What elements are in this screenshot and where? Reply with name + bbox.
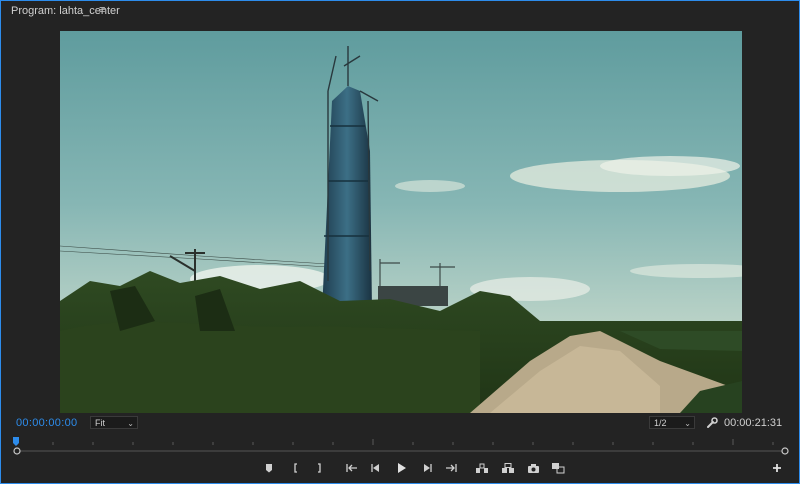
button-editor-button[interactable] [769, 461, 785, 475]
go-to-in-button[interactable] [344, 461, 360, 475]
mark-out-icon [318, 463, 321, 473]
extract-icon [502, 462, 514, 473]
compare-icon [552, 463, 565, 474]
mark-in-icon [294, 463, 297, 473]
step-forward-button[interactable] [419, 461, 435, 475]
camera-icon [527, 463, 539, 473]
step-back-button[interactable] [368, 461, 384, 475]
viewer-controls-row: 00:00:00:00 Fit ⌄ 1/2 ⌄ 00:00:21:31 [1, 415, 799, 431]
comparison-view-button[interactable] [550, 461, 566, 475]
plus-icon [773, 464, 781, 472]
chevron-down-icon: ⌄ [684, 419, 691, 428]
playback-resolution-value: 1/2 [654, 418, 667, 428]
mark-out-button[interactable] [311, 461, 327, 475]
duration-timecode: 00:00:21:31 [724, 417, 783, 429]
program-monitor-panel: Program: lahta_center ≡ 00:00:00:00 Fit … [0, 0, 800, 484]
step-forward-icon [424, 464, 432, 472]
panel-tab-bar: Program: lahta_center ≡ [1, 1, 799, 21]
add-marker-button[interactable] [261, 461, 277, 475]
playhead-marker [13, 437, 19, 446]
zoom-level-value: Fit [95, 418, 105, 428]
step-back-icon [371, 464, 379, 472]
settings-wrench-icon[interactable] [706, 416, 718, 428]
mark-in-button[interactable] [288, 461, 304, 475]
video-frame-image [60, 31, 742, 413]
transport-controls [1, 461, 799, 475]
go-to-out-icon [446, 464, 457, 472]
play-icon [398, 463, 406, 473]
panel-menu-icon[interactable]: ≡ [99, 4, 105, 16]
time-ruler[interactable] [13, 435, 789, 455]
playhead-timecode[interactable]: 00:00:00:00 [16, 417, 77, 429]
program-video-frame[interactable] [60, 31, 742, 413]
playback-resolution-select[interactable]: 1/2 ⌄ [649, 416, 695, 429]
export-frame-button[interactable] [525, 461, 541, 475]
go-to-in-icon [346, 464, 357, 472]
go-to-out-button[interactable] [443, 461, 459, 475]
chevron-down-icon: ⌄ [127, 419, 134, 428]
play-button[interactable] [393, 461, 409, 475]
lift-icon [476, 463, 488, 473]
marker-icon [266, 464, 272, 473]
extract-button[interactable] [500, 461, 516, 475]
lift-button[interactable] [474, 461, 490, 475]
zoom-level-select[interactable]: Fit ⌄ [90, 416, 138, 429]
